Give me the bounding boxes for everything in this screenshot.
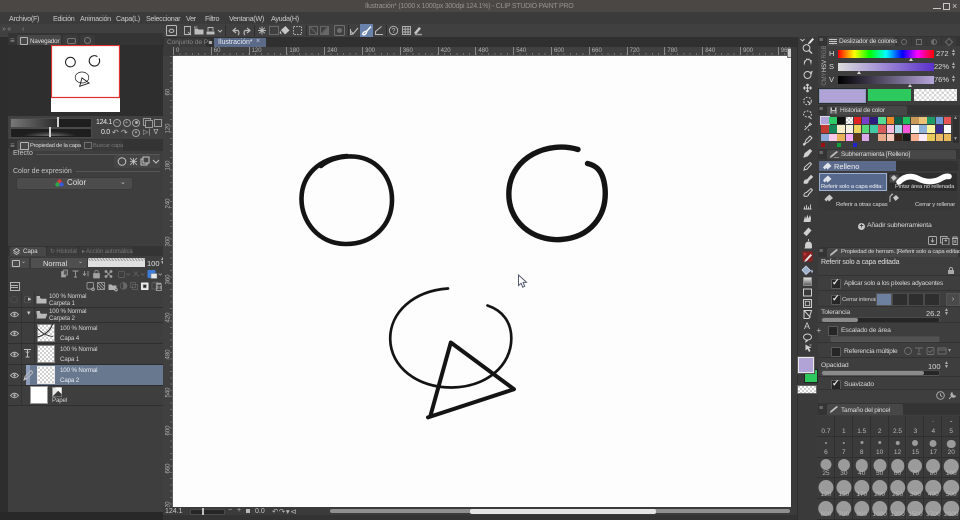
svg-text:A: A xyxy=(804,321,810,331)
svg-text:?: ? xyxy=(392,28,396,35)
